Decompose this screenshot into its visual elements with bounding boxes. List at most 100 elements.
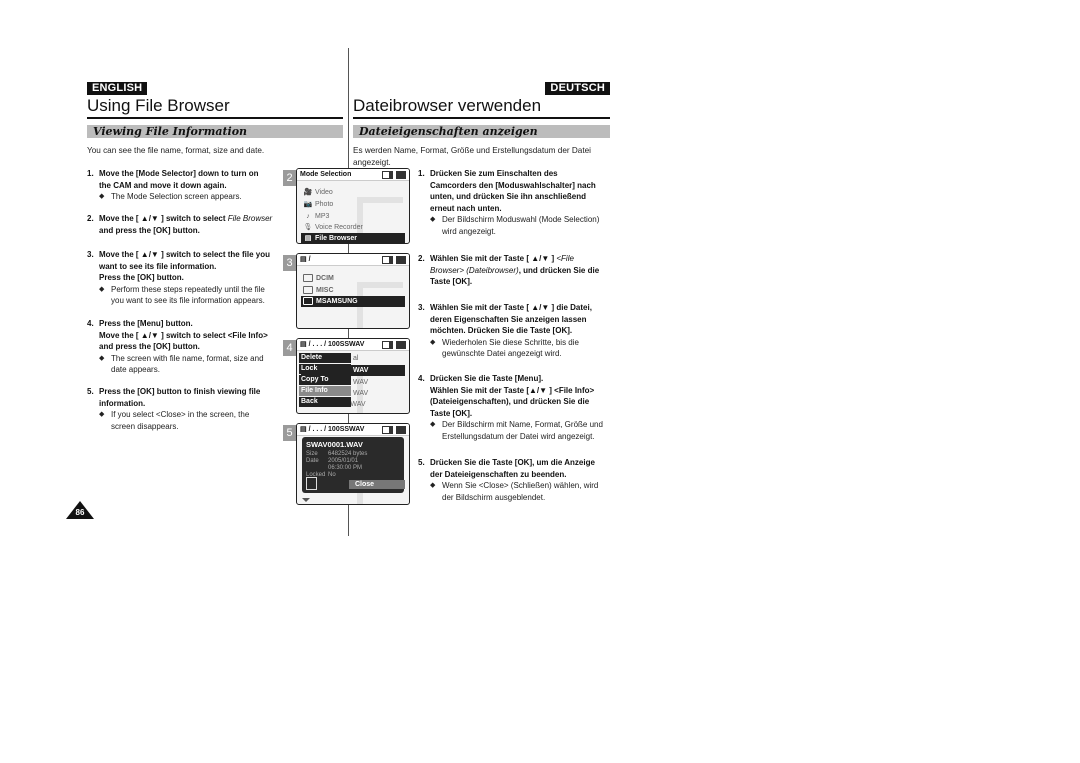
- step-text: Camcorders den [Moduswahlschalter] nach: [430, 180, 596, 190]
- step-text: Move the [ ▲/▼ ] switch to select: [99, 214, 228, 223]
- english-step-2: 2. Move the [ ▲/▼ ] switch to select File…: [87, 213, 292, 236]
- step-number: 1.: [87, 169, 94, 178]
- step-text-italic: <File: [556, 254, 574, 263]
- file-icon: ▤: [300, 256, 307, 263]
- section-heading-english: Viewing File Information: [87, 125, 343, 138]
- memory-card-icon: [382, 256, 393, 264]
- screen-folder-root: ▤ / DCIM MISC MSAMSUNG: [296, 253, 410, 329]
- step-text-italic: Browser> (Dateibrowser): [430, 265, 519, 275]
- step-text: and press the [OK] button.: [99, 342, 200, 351]
- memory-card-icon: [382, 426, 393, 434]
- photo-icon: 📷: [303, 201, 313, 208]
- intro-deutsch: Es werden Name, Format, Größe und Erstel…: [353, 145, 613, 169]
- step-number: 4.: [87, 319, 94, 328]
- menu-item-copy-to[interactable]: Copy To: [299, 375, 351, 385]
- title-rule-english: [87, 117, 343, 119]
- screen-header: ▤ / . . . / 100SSWAV: [297, 424, 409, 436]
- step-text: Drücken Sie zum Einschalten des: [430, 169, 558, 178]
- step-badge-4: 4: [283, 340, 296, 356]
- folder-item-msamsung[interactable]: MSAMSUNG: [301, 296, 405, 307]
- size-label: Size: [306, 451, 318, 457]
- date-value: 2005/01/01: [328, 458, 359, 464]
- step-text: and press the [OK] button.: [99, 225, 200, 235]
- step-text: Move the [Mode Selector] down to turn on: [99, 169, 259, 178]
- step-text: , und drücken Sie die: [518, 265, 600, 275]
- screen-file-menu: ▤ / . . . / 100SSWAV al WAV WAV WAV SWAV…: [296, 338, 410, 414]
- deutsch-step-2: 2. Wählen Sie mit der Taste [ ▲/▼ ] <File…: [418, 253, 618, 288]
- step-badge-2: 2: [283, 170, 296, 186]
- folder-icon: [303, 286, 313, 295]
- step-text: der Dateieigenschaften zu beenden.: [430, 469, 567, 479]
- menu-item-label: File Browser: [315, 235, 358, 242]
- file-date: Date 2005/01/01: [306, 458, 358, 464]
- step-bullet: ◆ Der Bildschirm Moduswahl (Mode Selectio…: [430, 215, 600, 236]
- language-badge-deutsch: DEUTSCH: [545, 82, 610, 95]
- menu-item-file-info[interactable]: File Info: [299, 386, 351, 396]
- intro-line: Es werden Name, Format, Größe und Erstel…: [353, 146, 591, 155]
- battery-icon: [396, 171, 406, 179]
- file-icon: ▤: [300, 341, 307, 348]
- step-text: Wählen Sie mit der Taste [▲/▼ ] <File In…: [430, 385, 595, 395]
- deutsch-step-1: 1. Drücken Sie zum Einschalten des Camcor…: [418, 168, 618, 237]
- menu-item-mp3[interactable]: ♪ MP3: [301, 211, 405, 222]
- step-text: Press the [OK] button to finish viewing …: [99, 387, 261, 396]
- screen-header: ▤ / . . . / 100SSWAV: [297, 339, 409, 351]
- menu-item-voice-recorder[interactable]: 🎙 Voice Recorder: [301, 222, 405, 233]
- menu-item-file-browser[interactable]: ▤ File Browser: [301, 233, 405, 243]
- menu-item-label: Photo: [315, 201, 334, 208]
- step-text: möchten. Drücken Sie die Taste [OK].: [430, 326, 573, 335]
- language-badge-english: ENGLISH: [87, 82, 148, 95]
- intro-english: You can see the file name, format, size …: [87, 146, 265, 155]
- menu-item-photo[interactable]: 📷 Photo: [301, 199, 405, 210]
- battery-icon: [396, 341, 406, 349]
- step-text: Taste [OK].: [430, 408, 473, 418]
- screen-header: Mode Selection: [297, 169, 409, 181]
- file-name: SWAV0001.WAV: [306, 440, 363, 449]
- menu-item-label: MP3: [315, 213, 330, 220]
- step-text: Move the [ ▲/▼ ] switch to select <File …: [99, 330, 268, 340]
- step-bullet: ◆ Perform these steps repeatedly until th…: [99, 284, 265, 306]
- folder-item-misc[interactable]: MISC: [301, 285, 405, 296]
- step-number: 5.: [418, 458, 425, 467]
- english-step-1: 1. Move the [Mode Selector] down to turn …: [87, 168, 287, 203]
- scroll-down-arrow-icon[interactable]: [302, 498, 310, 502]
- step-text: Move the [ ▲/▼ ] switch to select the fi…: [99, 250, 270, 259]
- folder-label: MSAMSUNG: [316, 298, 358, 305]
- menu-item-lock[interactable]: Lock: [299, 364, 351, 374]
- folder-item-dcim[interactable]: DCIM: [301, 273, 405, 284]
- step-bullet: ◆ The Mode Selection screen appears.: [99, 192, 242, 201]
- menu-item-back[interactable]: Back: [299, 397, 351, 407]
- file-info-dialog: SWAV0001.WAV Size 6482524 bytes Date 2005/…: [302, 437, 405, 493]
- menu-item-delete[interactable]: Delete: [299, 353, 351, 363]
- size-value: 6482524 bytes: [328, 451, 368, 457]
- step-number: 2.: [418, 254, 425, 263]
- step-text: the CAM and move it down again.: [99, 180, 227, 190]
- step-number: 3.: [418, 303, 425, 312]
- battery-icon: [396, 256, 406, 264]
- step-text: (Dateieigenschaften), und drücken Sie di…: [430, 397, 590, 406]
- step-badge-3: 3: [283, 255, 296, 271]
- step-text: want to see its file information.: [99, 261, 217, 271]
- screen-title: Mode Selection: [300, 171, 352, 178]
- step-badge-5: 5: [283, 425, 296, 441]
- screen-header: ▤ /: [297, 254, 409, 266]
- step-number: 2.: [87, 214, 94, 223]
- step-bullet: ◆ Wenn Sie <Close> (Schließen) wählen, wi…: [430, 481, 599, 502]
- step-text: Wählen Sie mit der Taste [ ▲/▼ ] die Dat…: [430, 303, 592, 312]
- step-text: Taste [OK].: [430, 277, 473, 286]
- step-text: deren Eigenschaften Sie anzeigen lassen: [430, 314, 587, 324]
- close-button[interactable]: Close: [349, 480, 405, 489]
- step-text: erneut nach unten.: [430, 203, 502, 213]
- title-rule-deutsch: [353, 117, 610, 119]
- step-number: 1.: [418, 169, 425, 178]
- menu-item-video[interactable]: 🎥 Video: [301, 187, 405, 198]
- time-value: 06:30:00 PM: [328, 465, 363, 471]
- deutsch-step-3: 3. Wählen Sie mit der Taste [ ▲/▼ ] die D…: [418, 302, 618, 360]
- battery-icon: [396, 426, 406, 434]
- step-number: 4.: [418, 374, 425, 383]
- page-title-deutsch: Dateibrowser verwenden: [353, 96, 542, 115]
- folder-label: MISC: [316, 287, 334, 294]
- step-text: Press the [Menu] button.: [99, 319, 193, 328]
- step-text: Wählen Sie mit der Taste [ ▲/▼ ]: [430, 254, 557, 263]
- step-text-italic: File Browser: [227, 214, 273, 223]
